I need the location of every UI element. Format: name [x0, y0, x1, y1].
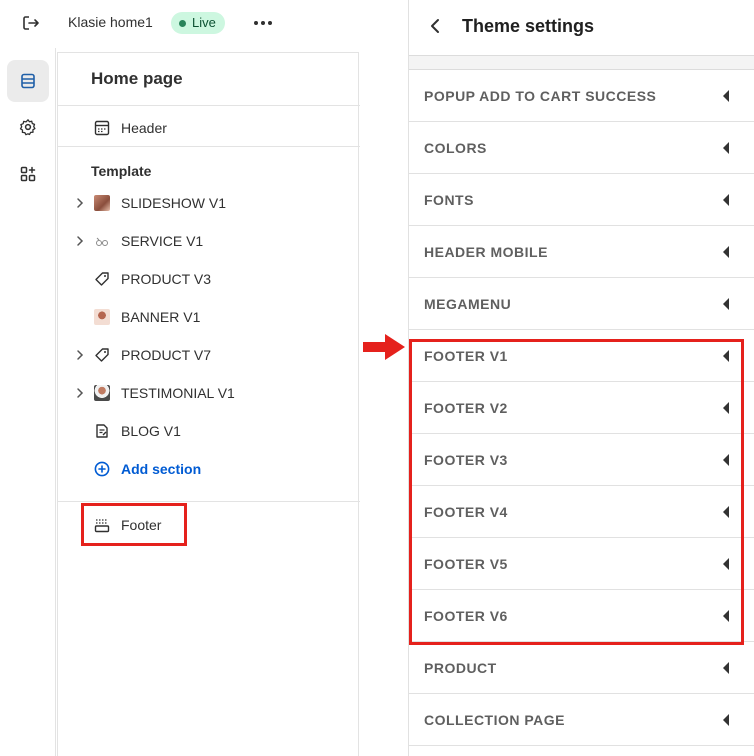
sections-panel: Home page Header Template SLIDESHOW V1 S… — [57, 52, 360, 756]
blog-icon — [93, 422, 111, 440]
status-dot-icon — [179, 19, 186, 27]
section-label: BLOG V1 — [121, 423, 181, 439]
service-thumb-icon — [93, 232, 111, 250]
image-thumb-icon — [93, 194, 111, 212]
header-layout-icon — [93, 119, 111, 137]
store-name[interactable]: Klasie home1 — [68, 14, 153, 30]
theme-setting-label: COLORS — [424, 140, 487, 156]
theme-setting-item[interactable]: PRODUCT — [409, 642, 754, 694]
theme-setting-item[interactable]: POPUP ADD TO CART SUCCESS — [409, 70, 754, 122]
section-label: SERVICE V1 — [121, 233, 204, 249]
section-item-product-v7[interactable]: PRODUCT V7 — [58, 338, 360, 372]
page-title: Home page — [91, 69, 183, 88]
back-arrow-icon[interactable] — [428, 16, 442, 36]
tag-icon — [93, 346, 111, 364]
header-label: Header — [121, 120, 167, 136]
divider — [58, 105, 360, 106]
header-section-item[interactable]: Header — [58, 111, 360, 145]
theme-setting-label: POPUP ADD TO CART SUCCESS — [424, 88, 657, 104]
section-label: TESTIMONIAL V1 — [121, 385, 235, 401]
theme-setting-item[interactable]: COLORS — [409, 122, 754, 174]
sidebar-rail — [0, 48, 56, 756]
theme-setting-label: FONTS — [424, 192, 474, 208]
live-status-badge: Live — [171, 12, 225, 34]
theme-setting-label: PRODUCT — [424, 660, 497, 676]
chevron-right-icon[interactable] — [75, 386, 85, 400]
caret-left-icon[interactable] — [723, 90, 729, 102]
section-item-service-v1[interactable]: SERVICE V1 — [58, 224, 360, 258]
section-label: BANNER V1 — [121, 309, 201, 325]
add-section-button[interactable]: Add section — [58, 452, 360, 486]
footer-settings-highlight-box — [409, 339, 744, 645]
theme-setting-item[interactable]: FONTS — [409, 174, 754, 226]
theme-setting-item[interactable]: COLLECTION PAGE — [409, 694, 754, 746]
theme-setting-item[interactable]: HEADER MOBILE — [409, 226, 754, 278]
divider — [58, 146, 360, 147]
divider — [409, 56, 754, 70]
theme-settings-header: Theme settings — [409, 0, 754, 56]
image-thumb-icon — [93, 308, 111, 326]
section-item-testimonial-v1[interactable]: TESTIMONIAL V1 — [58, 376, 360, 410]
theme-settings-title: Theme settings — [462, 16, 595, 36]
theme-setting-item[interactable]: MEGAMENU — [409, 278, 754, 330]
divider — [58, 501, 360, 502]
more-actions-icon[interactable] — [252, 13, 274, 33]
caret-left-icon[interactable] — [723, 714, 729, 726]
tag-icon — [93, 270, 111, 288]
section-label: SLIDESHOW V1 — [121, 195, 227, 211]
live-label: Live — [192, 15, 216, 30]
section-item-slideshow-v1[interactable]: SLIDESHOW V1 — [58, 186, 360, 220]
apps-icon[interactable] — [7, 153, 49, 195]
chevron-right-icon[interactable] — [75, 196, 85, 210]
person-thumb-icon — [93, 384, 111, 402]
editor-topbar: Klasie home1 Live — [0, 0, 362, 48]
section-label: PRODUCT V7 — [121, 347, 211, 363]
section-item-product-v3[interactable]: PRODUCT V3 — [58, 262, 360, 296]
footer-highlight-box — [81, 503, 187, 546]
gear-icon[interactable] — [7, 106, 49, 148]
plus-circle-icon — [93, 460, 111, 478]
exit-icon[interactable] — [20, 12, 42, 34]
theme-setting-label: MEGAMENU — [424, 296, 512, 312]
section-label: PRODUCT V3 — [121, 271, 211, 287]
chevron-right-icon[interactable] — [75, 348, 85, 362]
caret-left-icon[interactable] — [723, 662, 729, 674]
caret-left-icon[interactable] — [723, 142, 729, 154]
section-item-banner-v1[interactable]: BANNER V1 — [58, 300, 360, 334]
caret-left-icon[interactable] — [723, 298, 729, 310]
theme-setting-label: HEADER MOBILE — [424, 244, 548, 260]
chevron-right-icon[interactable] — [75, 234, 85, 248]
theme-setting-label: COLLECTION PAGE — [424, 712, 566, 728]
caret-left-icon[interactable] — [723, 194, 729, 206]
template-heading: Template — [91, 163, 152, 179]
add-section-label: Add section — [121, 461, 202, 477]
theme-editor-panel: Klasie home1 Live Home page Header Templ… — [0, 0, 362, 756]
section-item-blog-v1[interactable]: BLOG V1 — [58, 414, 360, 448]
caret-left-icon[interactable] — [723, 246, 729, 258]
sections-icon[interactable] — [7, 60, 49, 102]
